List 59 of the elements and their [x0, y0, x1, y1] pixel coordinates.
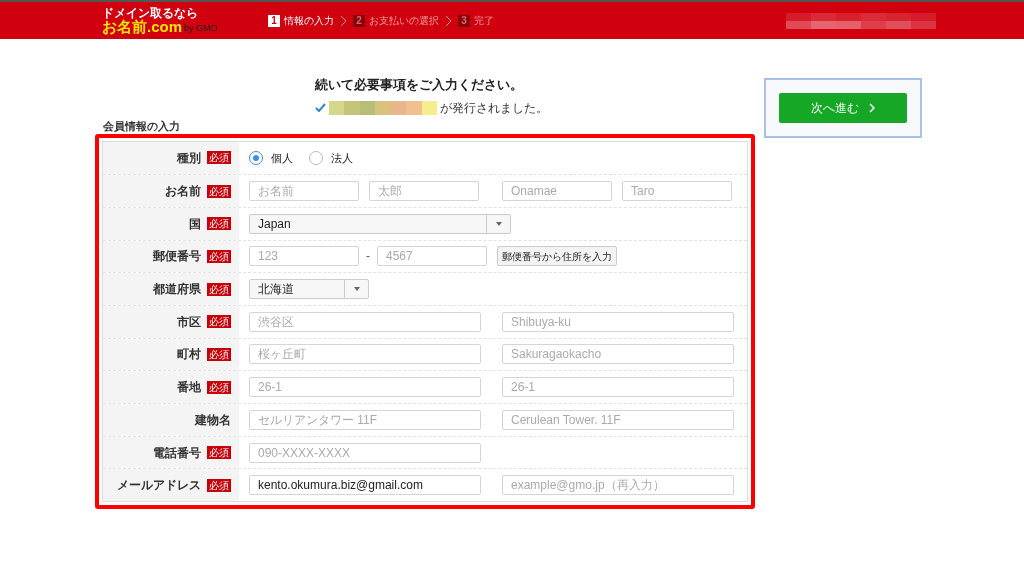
field-label: お名前: [165, 183, 201, 201]
input-field[interactable]: Onamae: [502, 181, 612, 202]
input-field[interactable]: 123: [249, 246, 359, 267]
chevron-icon: [445, 14, 452, 27]
input-field[interactable]: Sakuragaokacho: [502, 344, 734, 365]
input-field[interactable]: 渋谷区: [249, 311, 481, 332]
input-field[interactable]: Taro: [622, 181, 732, 202]
input-field[interactable]: 4567: [377, 246, 487, 267]
radio-label: 個人: [271, 150, 293, 166]
check-icon: [315, 103, 326, 112]
required-tag: 必須: [207, 380, 231, 394]
input-field[interactable]: セルリアンタワー 11F: [249, 409, 481, 430]
field-label: 電話番号: [153, 444, 201, 462]
required-tag: 必須: [207, 478, 231, 492]
radio-button[interactable]: [309, 150, 323, 165]
input-field[interactable]: お名前: [249, 181, 359, 202]
hyphen: -: [366, 248, 370, 266]
input-field[interactable]: 桜ヶ丘町: [249, 344, 481, 365]
input-field[interactable]: Cerulean Tower. 11F: [502, 409, 734, 430]
required-tag: 必須: [207, 315, 231, 329]
dropdown[interactable]: Japan: [249, 213, 511, 234]
required-tag: 必須: [207, 446, 231, 460]
field-label: 国: [189, 215, 201, 233]
input-field[interactable]: 太郎: [369, 181, 479, 202]
field-label: 種別: [177, 149, 201, 167]
field-label: 番地: [177, 379, 201, 397]
input-field[interactable]: 26-1: [502, 377, 734, 398]
input-field[interactable]: example@gmo.jp（再入力）: [502, 475, 734, 496]
address-lookup-button[interactable]: 郵便番号から住所を入力: [497, 246, 617, 267]
issued-message: が発行されました。: [440, 99, 548, 117]
input-field[interactable]: Shibuya-ku: [502, 311, 734, 332]
logo[interactable]: ドメイン取るなら お名前.com by GMO: [102, 7, 232, 34]
step: 1 情報の入力: [268, 13, 334, 28]
dropdown[interactable]: 北海道: [249, 279, 369, 300]
input-field[interactable]: 090-XXXX-XXXX: [249, 442, 481, 463]
input-field[interactable]: 26-1: [249, 377, 481, 398]
chevron-icon: [869, 103, 875, 113]
field-label: 市区: [177, 313, 201, 331]
required-tag: 必須: [207, 184, 231, 198]
required-tag: 必須: [207, 249, 231, 263]
required-tag: 必須: [207, 282, 231, 296]
instruction-title: 続いて必要事項をご入力ください。: [315, 76, 524, 94]
field-label: 郵便番号: [153, 248, 201, 266]
section-title: 会員情報の入力: [103, 120, 181, 132]
field-label: 都道府県: [153, 281, 201, 299]
field-label: 建物名: [195, 411, 231, 429]
caret-icon: [353, 287, 360, 292]
input-field[interactable]: kento.okumura.biz@gmail.com: [249, 475, 481, 496]
field-label: 町村: [177, 346, 201, 364]
required-tag: 必須: [207, 217, 231, 231]
radio-button[interactable]: [249, 150, 263, 165]
radio-label: 法人: [331, 150, 353, 166]
chevron-icon: [340, 14, 347, 27]
caret-icon: [495, 221, 502, 226]
required-tag: 必須: [207, 151, 231, 165]
step: 2 お支払いの選択: [353, 13, 439, 28]
field-label: メールアドレス: [117, 477, 201, 495]
step: 3 完了: [458, 13, 494, 28]
required-tag: 必須: [207, 347, 231, 361]
